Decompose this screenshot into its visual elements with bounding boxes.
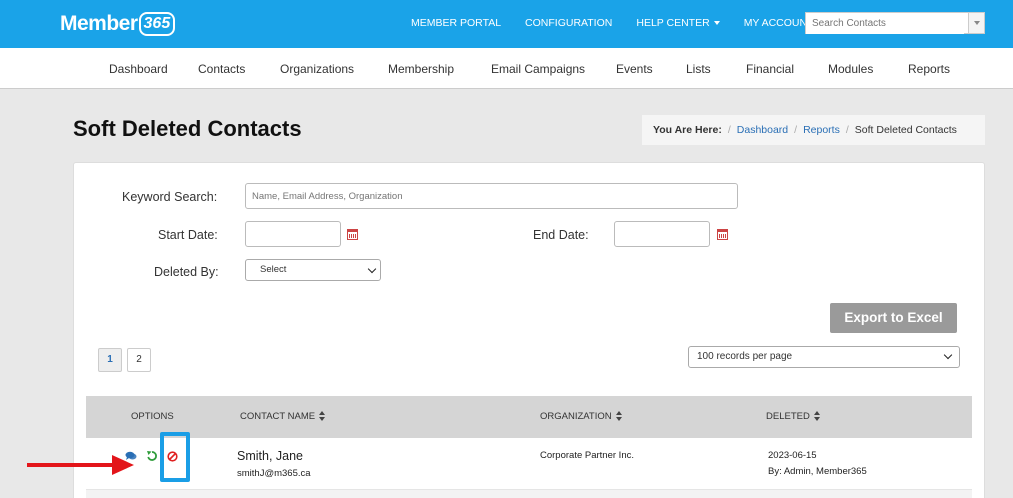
restore-icon[interactable]	[146, 450, 158, 462]
breadcrumb-current: Soft Deleted Contacts	[854, 124, 957, 136]
header-label: ORGANIZATION	[540, 411, 612, 422]
header-label: CONTACT NAME	[240, 411, 316, 422]
topnav-label: MEMBER PORTAL	[411, 17, 502, 29]
app-logo[interactable]: Member 365	[60, 10, 176, 38]
topnav-label: MY ACCOUNT	[743, 17, 814, 29]
caret-down-icon	[713, 21, 720, 26]
chevron-down-icon	[943, 350, 953, 360]
topnav-label: HELP CENTER	[636, 17, 710, 29]
top-nav: MEMBER PORTAL CONFIGURATION HELP CENTER …	[411, 17, 824, 29]
keyword-search-input[interactable]	[245, 183, 738, 209]
topnav-configuration[interactable]: CONFIGURATION	[525, 17, 612, 29]
start-date-input[interactable]	[245, 221, 341, 247]
start-date-label: Start Date:	[158, 228, 218, 242]
breadcrumb-prefix: You Are Here:	[653, 124, 722, 136]
page-title: Soft Deleted Contacts	[73, 116, 302, 141]
deleted-by-value: Select	[260, 264, 287, 275]
sort-icon	[813, 411, 821, 421]
annotation-arrow-head	[112, 455, 134, 475]
header-contact-name[interactable]: CONTACT NAME	[240, 411, 326, 422]
nav-membership[interactable]: Membership	[388, 62, 454, 76]
breadcrumb-separator: /	[794, 124, 798, 136]
breadcrumb-reports[interactable]: Reports	[803, 124, 840, 136]
logo-text: Member	[60, 12, 138, 35]
header-options: OPTIONS	[131, 411, 174, 422]
nav-email-campaigns[interactable]: Email Campaigns	[491, 62, 585, 76]
organization-name: Corporate Partner Inc.	[540, 450, 634, 461]
page-1-button[interactable]: 1	[98, 348, 122, 372]
deleted-by-label: Deleted By:	[154, 265, 219, 279]
contact-search	[805, 12, 985, 34]
search-dropdown-icon[interactable]	[968, 13, 984, 33]
nav-reports[interactable]: Reports	[908, 62, 950, 76]
top-bar: Member 365 MEMBER PORTAL CONFIGURATION H…	[0, 0, 1013, 48]
header-deleted[interactable]: DELETED	[766, 411, 821, 422]
export-to-excel-button[interactable]: Export to Excel	[830, 303, 957, 333]
keyword-search-label: Keyword Search:	[122, 190, 218, 204]
contact-email: smithJ@m365.ca	[237, 468, 311, 479]
nav-lists[interactable]: Lists	[686, 62, 711, 76]
nav-organizations[interactable]: Organizations	[280, 62, 354, 76]
end-date-label: End Date:	[533, 228, 589, 242]
sort-icon	[319, 411, 326, 421]
main-nav: Dashboard Contacts Organizations Members…	[0, 48, 1013, 89]
deleted-by: By: Admin, Member365	[768, 466, 867, 477]
nav-financial[interactable]: Financial	[746, 62, 794, 76]
breadcrumb-separator: /	[727, 124, 731, 136]
table-row-footer	[86, 490, 972, 498]
calendar-icon[interactable]	[347, 229, 358, 240]
highlight-box	[160, 432, 190, 482]
header-label: DELETED	[766, 411, 810, 422]
breadcrumb-separator: /	[845, 124, 849, 136]
topnav-member-portal[interactable]: MEMBER PORTAL	[411, 17, 501, 29]
contact-name[interactable]: Smith, Jane	[237, 449, 303, 463]
nav-events[interactable]: Events	[616, 62, 653, 76]
header-organization[interactable]: ORGANIZATION	[540, 411, 623, 422]
nav-modules[interactable]: Modules	[828, 62, 873, 76]
search-input[interactable]	[806, 13, 964, 34]
logo-number: 365	[138, 12, 176, 36]
deleted-date: 2023-06-15	[768, 450, 817, 461]
breadcrumb-dashboard[interactable]: Dashboard	[737, 124, 788, 136]
sort-icon	[615, 411, 623, 421]
table-row: Smith, Jane smithJ@m365.ca Corporate Par…	[86, 438, 972, 490]
topnav-label: CONFIGURATION	[525, 17, 613, 29]
chevron-down-icon	[367, 264, 377, 274]
nav-dashboard[interactable]: Dashboard	[109, 62, 168, 76]
end-date-input[interactable]	[614, 221, 710, 247]
breadcrumb: You Are Here: / Dashboard / Reports / So…	[642, 115, 985, 145]
calendar-icon[interactable]	[717, 229, 728, 240]
topnav-help-center[interactable]: HELP CENTER	[636, 17, 720, 29]
nav-contacts[interactable]: Contacts	[198, 62, 245, 76]
table-header: OPTIONS CONTACT NAME ORGANIZATION DELETE…	[86, 396, 972, 438]
records-per-page-value: 100 records per page	[697, 351, 793, 362]
deleted-by-select[interactable]: Select	[245, 259, 381, 281]
page-2-button[interactable]: 2	[127, 348, 151, 372]
records-per-page-select[interactable]: 100 records per page	[688, 346, 960, 368]
annotation-arrow	[27, 463, 122, 467]
